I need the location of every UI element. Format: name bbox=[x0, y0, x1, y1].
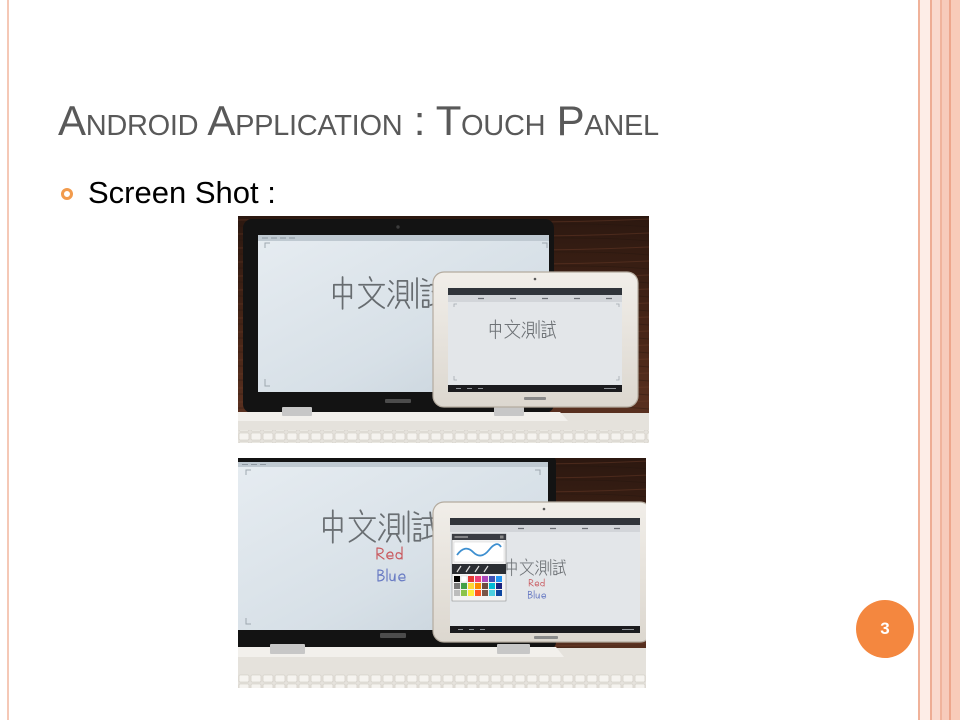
tablet bbox=[432, 501, 646, 643]
laptop-base bbox=[238, 644, 646, 688]
pen-settings-dialog bbox=[451, 533, 507, 602]
color-swatches bbox=[454, 575, 502, 596]
pen-type-bar bbox=[452, 564, 506, 574]
tablet-camera bbox=[533, 277, 537, 281]
tablet-logo bbox=[534, 636, 558, 639]
left-hinge bbox=[282, 407, 312, 416]
dialog-close-icon bbox=[500, 535, 504, 539]
right-hinge bbox=[497, 644, 530, 654]
tablet-status-bar bbox=[450, 518, 640, 525]
right-hinge bbox=[494, 407, 524, 416]
stripe bbox=[942, 0, 949, 720]
left-edge-rule bbox=[7, 0, 9, 720]
laptop-logo bbox=[385, 399, 411, 403]
bullet-text: Screen Shot : bbox=[88, 175, 276, 210]
keyboard bbox=[238, 430, 649, 443]
stripe bbox=[932, 0, 940, 720]
laptop-webcam bbox=[396, 225, 400, 229]
tablet-nav-bar bbox=[448, 385, 622, 392]
slide: Android Application : Touch Panel Screen… bbox=[0, 0, 960, 720]
laptop-app-titlebar bbox=[238, 462, 548, 467]
photo-laptop-and-tablet-handwriting bbox=[238, 216, 649, 443]
slide-title: Android Application : Touch Panel bbox=[58, 97, 659, 144]
laptop-logo bbox=[380, 633, 406, 638]
tablet bbox=[432, 271, 639, 408]
tablet-screen bbox=[448, 288, 622, 392]
laptop-app-titlebar bbox=[258, 235, 549, 241]
photo-laptop-and-tablet-color-pen bbox=[238, 458, 646, 688]
stripe bbox=[949, 0, 951, 720]
page-number: 3 bbox=[880, 619, 890, 638]
tablet-app-toolbar bbox=[448, 295, 622, 302]
tablet-logo bbox=[524, 397, 546, 400]
stripe bbox=[920, 0, 930, 720]
left-hinge bbox=[270, 644, 305, 654]
keyboard bbox=[238, 674, 646, 688]
right-edge-stripes bbox=[918, 0, 960, 720]
tablet-app-toolbar bbox=[450, 525, 640, 532]
tablet-nav-bar bbox=[450, 626, 640, 633]
bullet-ring-icon bbox=[61, 188, 73, 200]
page-number-badge: 3 bbox=[856, 600, 914, 658]
tablet-camera bbox=[542, 507, 546, 511]
tablet-status-bar bbox=[448, 288, 622, 295]
